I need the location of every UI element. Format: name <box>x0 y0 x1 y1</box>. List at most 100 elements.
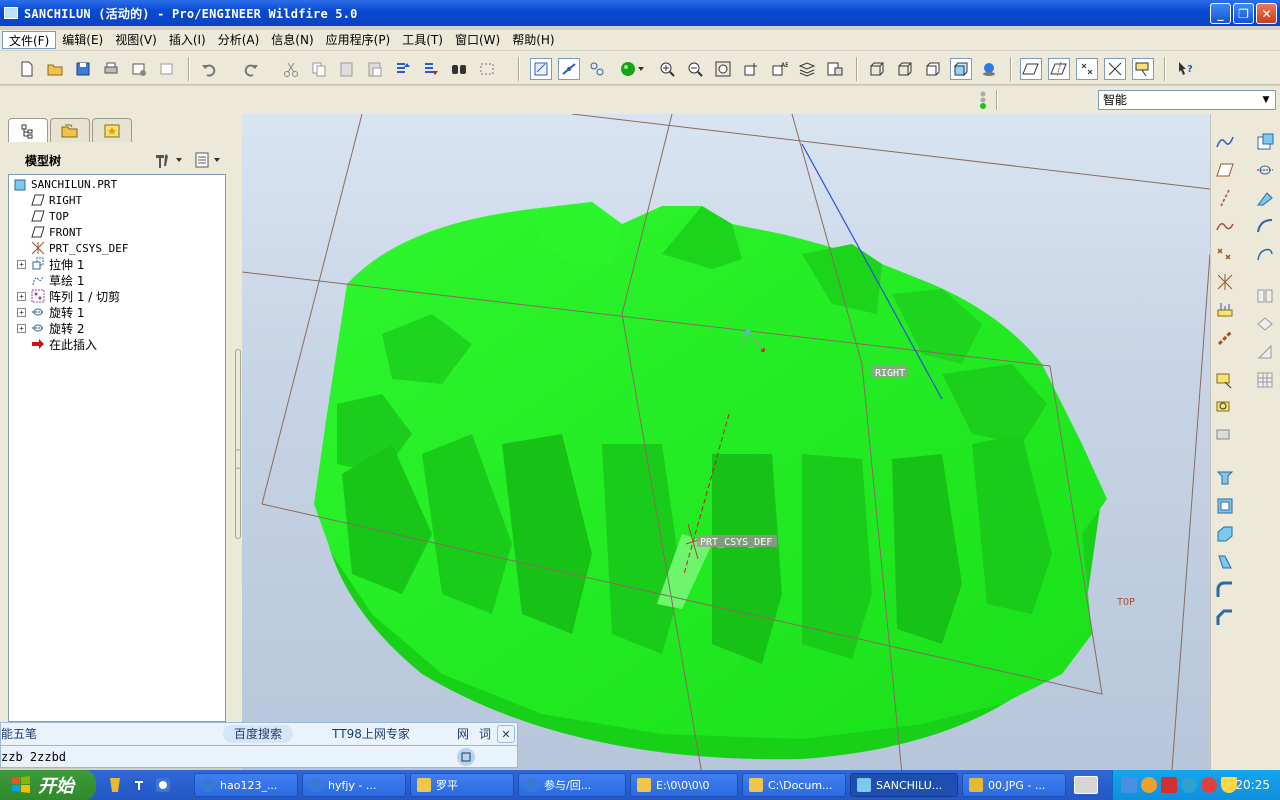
selection-filter-dropdown[interactable]: 智能 ▼ <box>1098 90 1276 110</box>
copy-tool-icon[interactable] <box>1213 368 1237 392</box>
merge-tool-icon[interactable] <box>1253 284 1277 308</box>
tree-settings-button[interactable] <box>154 150 184 170</box>
layers-icon[interactable] <box>796 58 818 80</box>
taskbar-item[interactable]: hyfjy - ... <box>302 773 406 797</box>
ime-web-button[interactable]: 网 <box>453 725 473 743</box>
menu-insert[interactable]: 插入(I) <box>163 31 212 49</box>
expand-icon[interactable]: + <box>17 259 26 269</box>
menu-help[interactable]: 帮助(H) <box>506 31 560 49</box>
print-icon[interactable] <box>100 58 122 80</box>
tab-favorites[interactable] <box>92 118 132 142</box>
quick-launch-icon[interactable] <box>130 776 148 794</box>
quick-launch-icon[interactable] <box>154 776 172 794</box>
splitter-handle[interactable] <box>235 449 241 539</box>
spin-center-icon[interactable] <box>558 58 580 80</box>
taskbar-item-active[interactable]: SANCHILU... <box>850 773 958 797</box>
shade-sphere-icon[interactable] <box>614 58 650 80</box>
shading-icon[interactable] <box>950 58 972 80</box>
ime-link-baidu[interactable]: 百度搜索 <box>223 725 293 743</box>
round-tool-icon[interactable] <box>1213 578 1237 602</box>
tab-model-tree[interactable] <box>8 118 48 142</box>
sweep-tool-icon[interactable] <box>1213 522 1237 546</box>
menu-applications[interactable]: 应用程序(P) <box>320 31 397 49</box>
hole-tool-icon[interactable] <box>1253 130 1277 154</box>
taskbar-item[interactable]: hao123_... <box>194 773 298 797</box>
regenerate-icon[interactable] <box>392 58 414 80</box>
mail-link-icon[interactable] <box>156 58 178 80</box>
traffic-light-icon[interactable] <box>974 90 992 110</box>
cut-icon[interactable] <box>280 58 302 80</box>
start-button[interactable]: 开始 <box>0 770 96 800</box>
trim-tool-icon[interactable] <box>1253 312 1277 336</box>
taskbar-item[interactable]: 参与/回... <box>518 773 626 797</box>
pattern-tool-icon[interactable] <box>1253 242 1277 266</box>
shell-tool-icon[interactable] <box>1253 158 1277 182</box>
rib-tool-icon[interactable] <box>1253 186 1277 210</box>
tree-node-front[interactable]: FRONT <box>31 224 82 240</box>
quick-launch-icon[interactable] <box>106 776 124 794</box>
point-display-icon[interactable] <box>1076 58 1098 80</box>
tree-node-part[interactable]: SANCHILUN.PRT <box>13 176 117 192</box>
thicken-tool-icon[interactable] <box>1253 368 1277 392</box>
wireframe-icon[interactable] <box>866 58 888 80</box>
extrude-tool-icon[interactable] <box>1213 466 1237 490</box>
context-help-icon[interactable]: ? <box>1174 58 1196 80</box>
analysis-tool-icon[interactable] <box>1213 298 1237 322</box>
qq-icon[interactable] <box>1141 777 1157 793</box>
tree-node-sketch[interactable]: 草绘 1 <box>31 272 84 288</box>
reorient-icon[interactable] <box>740 58 762 80</box>
repaint-icon[interactable] <box>530 58 552 80</box>
menu-edit[interactable]: 编辑(E) <box>56 31 109 49</box>
taskbar-item[interactable]: E:\0\0\0\0 <box>630 773 738 797</box>
menu-tools[interactable]: 工具(T) <box>396 31 449 49</box>
tree-node-insert-here[interactable]: 在此插入 <box>31 336 97 352</box>
taskbar-item[interactable]: C:\Docum... <box>742 773 846 797</box>
tab-folder-browser[interactable] <box>50 118 90 142</box>
keyboard-icon[interactable] <box>1074 776 1098 794</box>
revolve-tool-icon[interactable] <box>1213 494 1237 518</box>
new-file-icon[interactable] <box>16 58 38 80</box>
expand-icon[interactable]: + <box>17 323 26 333</box>
tree-node-top[interactable]: TOP <box>31 208 69 224</box>
menu-info[interactable]: 信息(N) <box>265 31 319 49</box>
paste-icon[interactable] <box>336 58 358 80</box>
tree-show-button[interactable] <box>194 150 226 170</box>
orient-mode-icon[interactable] <box>586 58 608 80</box>
datum-plane-display-icon[interactable] <box>1020 58 1042 80</box>
refit-icon[interactable] <box>712 58 734 80</box>
csys-tool-icon[interactable] <box>1213 270 1237 294</box>
undo-icon[interactable] <box>198 58 220 80</box>
paste-special-icon[interactable] <box>364 58 386 80</box>
expand-icon[interactable]: + <box>17 291 26 301</box>
zoom-out-icon[interactable] <box>684 58 706 80</box>
volume-icon[interactable] <box>1181 777 1197 793</box>
expand-icon[interactable]: + <box>17 307 26 317</box>
maximize-button[interactable]: ❐ <box>1233 3 1254 24</box>
view-manager-icon[interactable] <box>824 58 846 80</box>
taskbar-item[interactable]: 罗平 <box>410 773 514 797</box>
datum-plane-tool-icon[interactable] <box>1213 158 1237 182</box>
graphics-window[interactable]: RIGHT PRT_CSYS_DEF TOP <box>242 114 1210 770</box>
draft-tool-icon[interactable] <box>1253 214 1277 238</box>
copy-icon[interactable] <box>308 58 330 80</box>
menu-view[interactable]: 视图(V) <box>109 31 163 49</box>
chamfer-tool-icon[interactable] <box>1213 606 1237 630</box>
datum-axis-display-icon[interactable] <box>1048 58 1070 80</box>
regen-manager-icon[interactable] <box>420 58 442 80</box>
find-icon[interactable] <box>448 58 470 80</box>
offset-tool-icon[interactable] <box>1253 340 1277 364</box>
menu-file[interactable]: 文件(F) <box>2 31 57 49</box>
tree-node-csys[interactable]: PRT_CSYS_DEF <box>31 240 128 256</box>
datum-axis-tool-icon[interactable] <box>1213 186 1237 210</box>
tree-node-extrude[interactable]: + 拉伸 1 <box>17 256 84 272</box>
datum-curve-tool-icon[interactable] <box>1213 214 1237 238</box>
network-icon[interactable] <box>1121 777 1137 793</box>
tree-node-pattern[interactable]: + 阵列 1 / 切剪 <box>17 288 120 304</box>
csys-display-icon[interactable] <box>1104 58 1126 80</box>
close-button[interactable]: ✕ <box>1256 3 1277 24</box>
no-hidden-icon[interactable] <box>922 58 944 80</box>
blend-tool-icon[interactable] <box>1213 550 1237 574</box>
security-icon[interactable] <box>1201 777 1217 793</box>
paste-tool-icon[interactable] <box>1213 396 1237 420</box>
redo-icon[interactable] <box>240 58 262 80</box>
